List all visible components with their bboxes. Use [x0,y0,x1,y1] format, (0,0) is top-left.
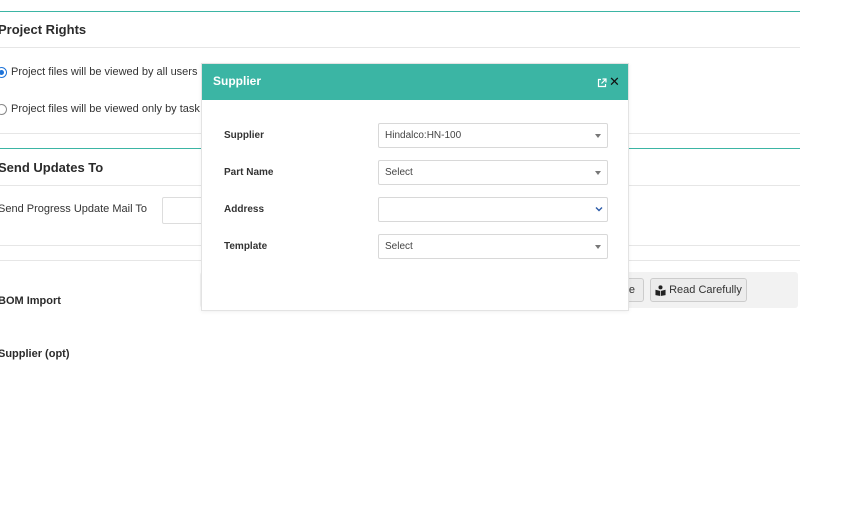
caret-down-icon [595,171,601,175]
address-field-label: Address [224,204,265,215]
radio-selected-icon[interactable] [0,66,7,78]
progress-mail-label: Send Progress Update Mail To [0,203,147,215]
part-name-select-value: Select [385,167,413,178]
part-name-field-label: Part Name [224,167,274,178]
supplier-select[interactable]: Hindalco:HN-100 [378,123,608,148]
project-rights-title: Project Rights [0,22,87,37]
supplier-modal: Supplier ✕ Supplier Hindalco:HN-100 Part… [201,63,629,311]
read-carefully-button[interactable]: Read Carefully [650,278,747,302]
supplier-select-value: Hindalco:HN-100 [385,130,462,141]
section-divider-top [0,11,800,12]
template-field-label: Template [224,241,268,252]
divider [0,47,800,48]
supplier-opt-label: Supplier (opt) [0,348,70,360]
read-carefully-label: Read Carefully [669,284,742,296]
radio-option-all-users[interactable]: Project files will be viewed by all user… [0,66,197,78]
supplier-field-label: Supplier [224,130,265,141]
modal-title: Supplier [213,74,262,88]
chevron-down-icon [595,207,603,212]
caret-down-icon [595,134,601,138]
external-link-icon[interactable] [597,78,607,88]
address-select[interactable] [378,197,608,222]
template-select-value: Select [385,241,413,252]
bom-import-label: BOM Import [0,295,61,307]
radio-option-task-members[interactable]: Project files will be viewed only by tas… [0,103,212,115]
send-updates-title: Send Updates To [0,160,104,175]
caret-down-icon [595,245,601,249]
part-name-select[interactable]: Select [378,160,608,185]
button-label: e [628,284,635,296]
radio-label: Project files will be viewed only by tas… [11,103,213,115]
template-select[interactable]: Select [378,234,608,259]
book-reader-icon [655,284,666,296]
radio-label: Project files will be viewed by all user… [11,66,198,78]
modal-header: Supplier ✕ [202,64,628,100]
close-icon[interactable]: ✕ [609,75,620,89]
radio-unselected-icon[interactable] [0,103,7,115]
